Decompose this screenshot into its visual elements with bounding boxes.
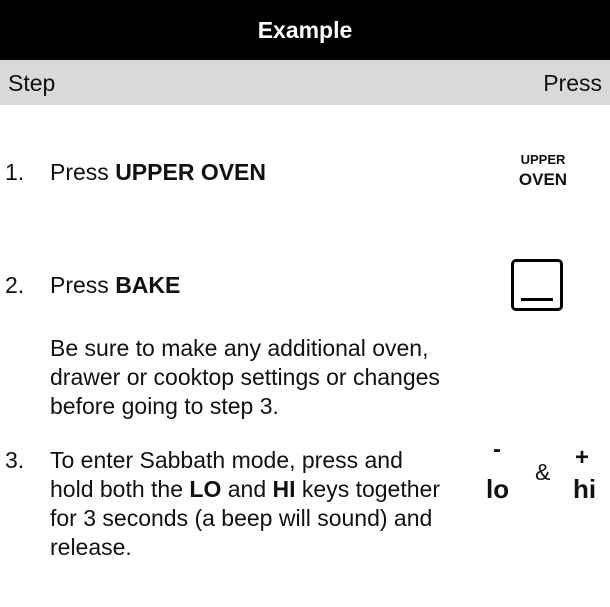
step-1-number: 1. bbox=[5, 159, 25, 185]
step-3-text-b: and bbox=[221, 476, 273, 502]
hi-key-label: hi bbox=[573, 474, 597, 504]
press-column-header: Press bbox=[543, 70, 602, 96]
step-2-note: Be sure to make any additional oven, dra… bbox=[50, 335, 440, 419]
step-2-keyword: BAKE bbox=[115, 272, 181, 298]
bake-key-icon bbox=[511, 259, 563, 311]
step-2-number: 2. bbox=[5, 272, 25, 298]
upper-oven-key-line1: UPPER bbox=[520, 152, 566, 167]
lo-minus-symbol: - bbox=[493, 436, 501, 463]
step-3-keyword-lo: LO bbox=[189, 476, 222, 502]
step-3-keyword-hi: HI bbox=[272, 476, 296, 502]
upper-oven-key: UPPER OVEN bbox=[498, 150, 588, 190]
step-2-instruction: Press BAKE bbox=[50, 271, 490, 300]
step-1-instruction: Press UPPER OVEN bbox=[50, 158, 490, 187]
step-3-instruction: To enter Sabbath mode, press and hold bo… bbox=[50, 446, 445, 562]
step-2-text: Press bbox=[50, 272, 116, 298]
step-3-number: 3. bbox=[5, 447, 25, 473]
step-1-keyword: UPPER OVEN bbox=[115, 159, 267, 185]
table-title-text: Example bbox=[257, 16, 353, 43]
upper-oven-key-line2: OVEN bbox=[518, 170, 568, 189]
step-column-header: Step bbox=[8, 70, 56, 96]
hi-plus-symbol: + bbox=[575, 444, 590, 471]
step-1-text: Press bbox=[50, 159, 116, 185]
lo-key-label: lo bbox=[486, 474, 510, 504]
ampersand: & bbox=[535, 459, 551, 485]
table-header-row: Step Press bbox=[0, 60, 610, 105]
table-title: Example bbox=[0, 0, 610, 60]
